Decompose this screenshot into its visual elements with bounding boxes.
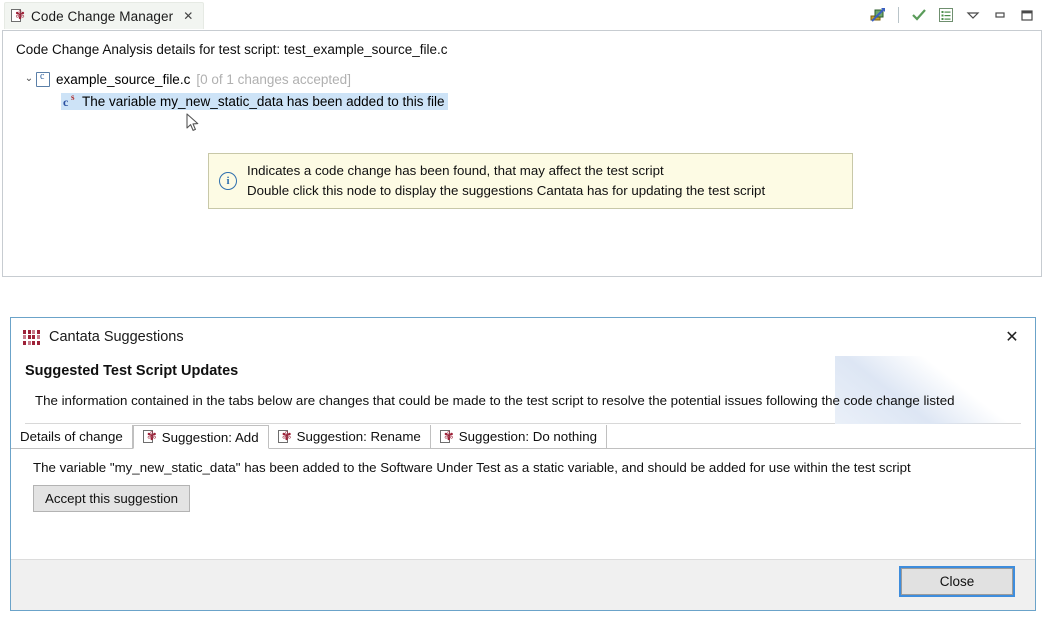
tab-code-change-manager[interactable]: ✾ Code Change Manager ✕	[4, 2, 205, 29]
close-icon[interactable]: ✕	[183, 9, 193, 23]
tooltip-popup: i Indicates a code change has been found…	[208, 153, 853, 209]
dialog-heading: Suggested Test Script Updates	[25, 363, 239, 379]
accept-suggestion-button[interactable]: Accept this suggestion	[33, 485, 191, 512]
suggestion-tabfolder: Details of change ✾ Suggestion: Add ✾ Su…	[11, 424, 1035, 449]
c-file-icon	[36, 71, 50, 87]
minimize-icon[interactable]	[991, 6, 1009, 24]
suggestion-description: The variable "my_new_static_data" has be…	[33, 460, 911, 475]
info-icon: i	[219, 172, 237, 190]
code-change-tree: ⌄ example_source_file.c [0 of 1 changes …	[3, 69, 1041, 111]
dialog-content: The variable "my_new_static_data" has be…	[11, 460, 1035, 512]
tree-child-selected[interactable]: cs The variable my_new_static_data has b…	[61, 92, 449, 110]
accept-check-icon[interactable]	[910, 6, 928, 24]
suggestion-icon: ✾	[142, 430, 157, 444]
cantata-logo-icon	[23, 329, 40, 345]
tooltip-text: Indicates a code change has been found, …	[247, 161, 765, 201]
close-button[interactable]: Close	[899, 566, 1015, 597]
tree-child-label: The variable my_new_static_data has been…	[82, 93, 445, 109]
view-body: Code Change Analysis details for test sc…	[2, 30, 1042, 277]
maximize-icon[interactable]	[1018, 6, 1036, 24]
dialog-description: The information contained in the tabs be…	[35, 393, 955, 408]
suggestion-icon: ✾	[277, 429, 292, 444]
view-tabbar: ✾ Code Change Manager ✕	[2, 0, 1042, 30]
tab-suggestion-rename[interactable]: ✾ Suggestion: Rename	[268, 425, 431, 448]
analysis-summary-line: Code Change Analysis details for test sc…	[16, 42, 448, 57]
tab-label: Suggestion: Add	[161, 429, 259, 445]
tree-row[interactable]: ⌄ example_source_file.c [0 of 1 changes …	[3, 69, 1041, 89]
view-menu-icon[interactable]	[964, 6, 982, 24]
link-with-editor-icon[interactable]	[869, 6, 887, 24]
toolbar-divider	[898, 7, 899, 23]
dialog-header: Suggested Test Script Updates The inform…	[11, 356, 1035, 424]
dialog-footer: Close	[11, 559, 1035, 610]
dialog-title: Cantata Suggestions	[49, 329, 184, 345]
tooltip-line-1: Indicates a code change has been found, …	[247, 162, 664, 178]
tree-root-label: example_source_file.c	[56, 71, 191, 87]
suggestion-icon: ✾	[439, 429, 454, 444]
tab-details-of-change[interactable]: Details of change	[11, 425, 133, 448]
mouse-cursor	[186, 113, 200, 133]
tree-row[interactable]: cs The variable my_new_static_data has b…	[3, 91, 1041, 111]
code-change-static-icon: cs	[63, 92, 75, 109]
list-view-icon[interactable]	[937, 6, 955, 24]
tab-label: Suggestion: Rename	[296, 429, 421, 444]
tab-suggestion-do-nothing[interactable]: ✾ Suggestion: Do nothing	[430, 425, 608, 448]
chevron-down-icon[interactable]: ⌄	[22, 74, 36, 84]
view-toolbar	[869, 4, 1036, 26]
cantata-suggestions-dialog: Cantata Suggestions ✕ Suggested Test Scr…	[10, 317, 1036, 611]
tab-suggestion-add[interactable]: ✾ Suggestion: Add	[132, 425, 269, 449]
tab-label: Details of change	[20, 429, 123, 444]
tree-root-status: [0 of 1 changes accepted]	[196, 71, 351, 87]
tooltip-line-2: Double click this node to display the su…	[247, 183, 766, 198]
dialog-titlebar: Cantata Suggestions ✕	[11, 318, 1035, 356]
code-change-manager-icon: ✾	[11, 9, 25, 23]
dialog-close-icon[interactable]: ✕	[1003, 328, 1021, 346]
tab-label: Code Change Manager	[31, 8, 174, 24]
code-change-manager-view: ✾ Code Change Manager ✕ Code Change Anal…	[2, 0, 1042, 277]
tab-label: Suggestion: Do nothing	[458, 429, 598, 444]
